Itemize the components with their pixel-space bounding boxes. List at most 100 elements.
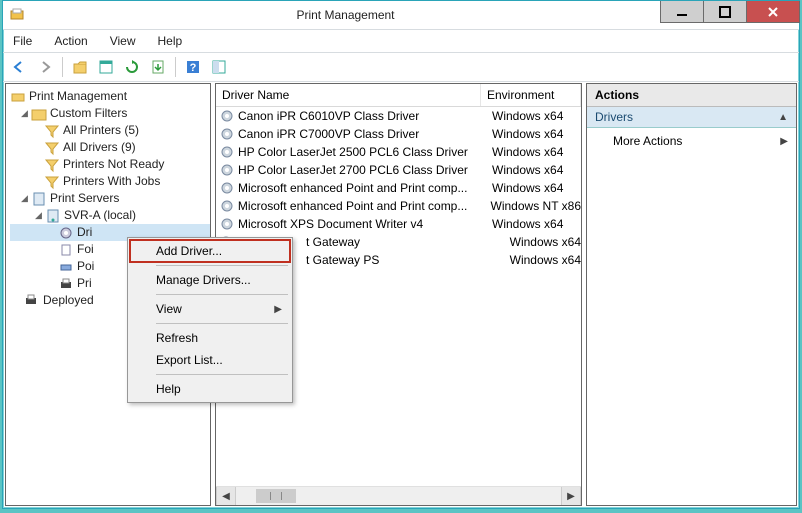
cell-environment: Windows x64 — [504, 253, 581, 267]
filter-icon — [44, 157, 60, 173]
forward-button[interactable] — [33, 56, 57, 78]
cell-driver-name: Microsoft enhanced Point and Print comp.… — [238, 181, 486, 195]
menu-file[interactable]: File — [9, 32, 36, 50]
folder-icon — [31, 106, 47, 122]
tree-label: Deployed — [43, 292, 94, 309]
filter-icon — [44, 174, 60, 190]
tree-filter-item[interactable]: Printers With Jobs — [10, 173, 210, 190]
tree-filter-item[interactable]: All Printers (5) — [10, 122, 210, 139]
tree-label: All Drivers (9) — [63, 139, 136, 156]
menu-item[interactable]: Manage Drivers... — [130, 269, 290, 291]
console-button[interactable] — [207, 56, 231, 78]
tree-label: SVR-A (local) — [64, 207, 136, 224]
driver-icon — [219, 180, 235, 196]
window-title: Print Management — [31, 8, 660, 22]
printer-icon — [58, 276, 74, 292]
cell-environment: Windows x64 — [504, 235, 581, 249]
close-button[interactable] — [747, 1, 800, 23]
menu-item[interactable]: Export List... — [130, 349, 290, 371]
column-environment[interactable]: Environment — [481, 84, 581, 106]
server-icon — [31, 191, 47, 207]
properties-button[interactable] — [94, 56, 118, 78]
tree-label: Print Management — [29, 88, 127, 105]
horizontal-scrollbar[interactable]: ◀ ▶ — [216, 486, 581, 505]
cell-driver-name: Microsoft XPS Document Writer v4 — [238, 217, 486, 231]
menubar: File Action View Help — [3, 30, 799, 53]
menu-item[interactable]: Help — [130, 378, 290, 400]
tree-label: Printers Not Ready — [63, 156, 164, 173]
cell-environment: Windows x64 — [486, 217, 581, 231]
up-button[interactable] — [68, 56, 92, 78]
submenu-arrow-icon: ▶ — [274, 304, 282, 315]
actions-more[interactable]: More Actions ▶ — [587, 128, 796, 154]
menu-separator — [156, 374, 288, 375]
scroll-right-button[interactable]: ▶ — [561, 487, 581, 505]
tree-label: Foi — [77, 241, 94, 258]
menu-action[interactable]: Action — [50, 32, 91, 50]
cell-environment: Windows NT x86 — [485, 199, 581, 213]
actions-pane: Actions Drivers ▲ More Actions ▶ — [586, 83, 797, 506]
tree-label: Poi — [77, 258, 94, 275]
menu-help[interactable]: Help — [154, 32, 187, 50]
help-button[interactable]: ? — [181, 56, 205, 78]
column-driver-name[interactable]: Driver Name — [216, 84, 481, 106]
app-window: Print Management File Action View Help ? — [2, 0, 800, 509]
cell-environment: Windows x64 — [486, 181, 581, 195]
expand-icon[interactable]: ◢ — [18, 105, 31, 122]
list-row[interactable]: Canon iPR C6010VP Class DriverWindows x6… — [216, 107, 581, 125]
list-row[interactable]: Microsoft enhanced Point and Print comp.… — [216, 197, 581, 215]
maximize-button[interactable] — [704, 1, 747, 23]
svg-text:?: ? — [190, 62, 197, 74]
cell-driver-name: Microsoft enhanced Point and Print comp.… — [238, 199, 485, 213]
actions-item-label: More Actions — [613, 134, 780, 148]
cell-driver-name: HP Color LaserJet 2700 PCL6 Class Driver — [238, 163, 486, 177]
menu-item[interactable]: Refresh — [130, 327, 290, 349]
scroll-left-button[interactable]: ◀ — [216, 487, 236, 505]
tree-label: Pri — [77, 275, 92, 292]
port-icon — [58, 259, 74, 275]
toolbar: ? — [3, 53, 799, 82]
list-row[interactable]: Microsoft enhanced Point and Print comp.… — [216, 179, 581, 197]
cell-driver-name: HP Color LaserJet 2500 PCL6 Class Driver — [238, 145, 486, 159]
driver-icon — [219, 162, 235, 178]
tree-label: Dri — [77, 224, 92, 241]
context-menu[interactable]: Add Driver... Manage Drivers... View▶ Refre… — [127, 237, 293, 403]
submenu-arrow-icon: ▶ — [780, 136, 788, 147]
tree-label: Printers With Jobs — [63, 173, 160, 190]
expand-icon[interactable]: ◢ — [18, 190, 31, 207]
tree-custom-filters[interactable]: ◢ Custom Filters — [10, 105, 210, 122]
expand-icon[interactable]: ◢ — [32, 207, 45, 224]
list-row[interactable]: HP Color LaserJet 2500 PCL6 Class Driver… — [216, 143, 581, 161]
list-row[interactable]: Microsoft XPS Document Writer v4Windows … — [216, 215, 581, 233]
driver-icon — [219, 108, 235, 124]
print-management-icon — [10, 89, 26, 105]
filter-icon — [44, 123, 60, 139]
actions-section[interactable]: Drivers ▲ — [587, 107, 796, 128]
refresh-button[interactable] — [120, 56, 144, 78]
menu-item[interactable]: Add Driver... — [130, 240, 290, 262]
cell-driver-name: Canon iPR C7000VP Class Driver — [238, 127, 486, 141]
tree-server[interactable]: ◢ SVR-A (local) — [10, 207, 210, 224]
tree-filter-item[interactable]: All Drivers (9) — [10, 139, 210, 156]
back-button[interactable] — [7, 56, 31, 78]
collapse-icon[interactable]: ▲ — [778, 112, 788, 123]
minimize-button[interactable] — [660, 1, 704, 23]
toolbar-separator — [62, 57, 63, 77]
driver-icon — [219, 126, 235, 142]
actions-header: Actions — [587, 84, 796, 107]
menu-item[interactable]: View▶ — [130, 298, 290, 320]
scroll-track[interactable] — [236, 487, 561, 505]
list-header: Driver Name Environment — [216, 84, 581, 107]
app-icon — [9, 7, 25, 23]
list-row[interactable]: HP Color LaserJet 2700 PCL6 Class Driver… — [216, 161, 581, 179]
tree-print-servers[interactable]: ◢ Print Servers — [10, 190, 210, 207]
export-button[interactable] — [146, 56, 170, 78]
list-row[interactable]: Canon iPR C7000VP Class DriverWindows x6… — [216, 125, 581, 143]
titlebar: Print Management — [3, 1, 799, 30]
driver-icon — [219, 198, 235, 214]
tree-filter-item[interactable]: Printers Not Ready — [10, 156, 210, 173]
menu-view[interactable]: View — [106, 32, 140, 50]
scroll-thumb[interactable] — [256, 489, 296, 503]
tree-root[interactable]: Print Management — [10, 88, 210, 105]
cell-environment: Windows x64 — [486, 109, 581, 123]
